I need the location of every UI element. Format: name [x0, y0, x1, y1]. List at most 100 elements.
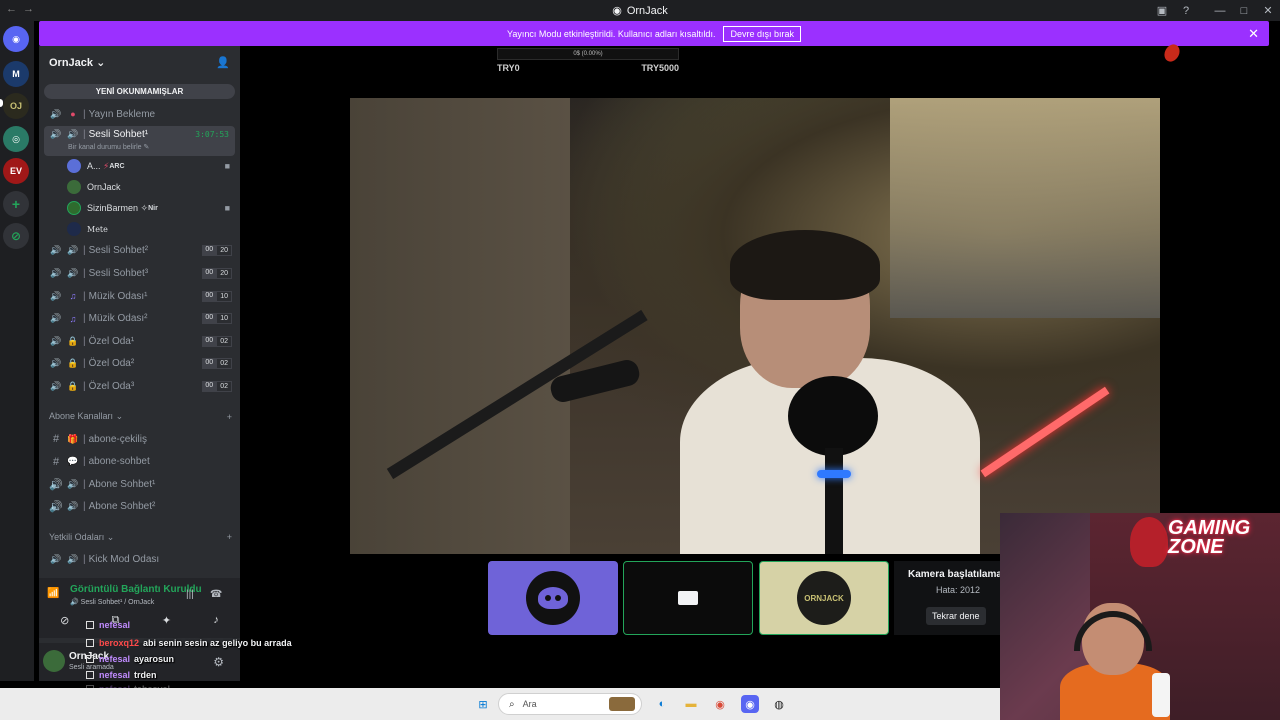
- ornjack-logo-icon: ORNJACK: [797, 571, 851, 625]
- windows-start-icon[interactable]: ⊞: [474, 695, 492, 713]
- user-limit-badge: 00 10: [202, 290, 232, 302]
- user-limit-badge: 00 10: [202, 313, 232, 325]
- mic-stand: [825, 448, 843, 554]
- abone-channel[interactable]: 🔊 🔊 | Abone Sohbet²: [39, 496, 240, 519]
- server-name: OrnJack ⌄: [49, 56, 106, 69]
- checkbox-icon: [86, 671, 94, 679]
- activity-icon[interactable]: ✦: [162, 614, 171, 627]
- add-channel-icon[interactable]: +: [227, 532, 232, 542]
- category-abone[interactable]: Abone Kanalları ⌄ +: [39, 406, 240, 428]
- maximize-button[interactable]: □: [1232, 5, 1256, 17]
- soundboard-icon[interactable]: ♪: [213, 614, 219, 627]
- category-yetkili[interactable]: Yetkili Odaları ⌄ +: [39, 526, 240, 548]
- checkbox-icon: [86, 655, 94, 663]
- close-window-button[interactable]: ✕: [1256, 4, 1280, 17]
- pencil-icon: ✎: [143, 143, 150, 151]
- disconnect-icon[interactable]: ☎: [210, 589, 222, 600]
- channel-kick-mod[interactable]: 🔊 🔊 | Kick Mod Odası: [39, 548, 240, 571]
- camera-off-icon[interactable]: ⊘: [60, 614, 69, 627]
- add-channel-icon[interactable]: +: [227, 412, 232, 422]
- video-wall: [350, 98, 570, 554]
- obs-icon[interactable]: ◍: [770, 695, 788, 713]
- voice-channel[interactable]: 🔊 🔒 | Özel Oda³ 00 02: [39, 375, 240, 398]
- chat-nick: beroxq12: [99, 638, 140, 648]
- voice-channel[interactable]: 🔊 ♫ | Müzik Odası² 00 10: [39, 307, 240, 330]
- user-limit-badge: 00 02: [202, 358, 232, 370]
- live-dot-icon: ●: [70, 109, 76, 120]
- voice-channel[interactable]: 🔊 🔒 | Özel Oda² 00 02: [39, 353, 240, 376]
- avatar: [67, 201, 81, 216]
- chat-nick: nefesal: [99, 654, 131, 664]
- goal-min-label: TRY0: [497, 63, 520, 73]
- voice-channel[interactable]: 🔊 ♫ | Müzik Odası¹ 00 10: [39, 285, 240, 308]
- lion-logo-icon: [1130, 517, 1168, 567]
- server-icon-m[interactable]: M: [3, 61, 29, 87]
- noise-suppression-icon[interactable]: |||: [186, 589, 194, 600]
- chat-bubble-icon: 💬: [67, 456, 79, 467]
- voice-connection-panel: 📶 Görüntülü Bağlantı Kuruldu 🔊 Sesli Soh…: [39, 578, 240, 638]
- explore-icon[interactable]: ⊘: [3, 223, 29, 249]
- voice-user[interactable]: Mete: [39, 219, 240, 240]
- voice-user[interactable]: A... ⚡ ARC ■: [39, 156, 240, 177]
- taskbar-search[interactable]: ⌕ Ara: [498, 693, 642, 715]
- chat-nick: nefesal: [99, 670, 131, 680]
- main-video-feed[interactable]: [350, 98, 1160, 554]
- voice-channel[interactable]: 🔊 🔊 | Sesli Sohbet² 00 20: [39, 240, 240, 263]
- music-icon: ♫: [69, 313, 77, 324]
- chrome-icon[interactable]: ◉: [711, 695, 729, 713]
- speaker-icon: 🔊: [50, 335, 62, 346]
- nav-arrows-icon[interactable]: ←→: [6, 3, 40, 15]
- avatar: [67, 222, 81, 237]
- voice-location[interactable]: 🔊 Sesli Sohbet¹ / OrnJack: [70, 598, 154, 606]
- gear-icon[interactable]: ⚙: [213, 655, 224, 669]
- lock-icon: 🔒: [67, 380, 79, 391]
- voice-channel[interactable]: 🔊 🔊 | Sesli Sohbet³ 00 20: [39, 262, 240, 285]
- server-icon-ev[interactable]: EV: [3, 158, 29, 184]
- window-controls: ▣ ? — □ ✕: [1150, 0, 1280, 21]
- title-bar: ←→ ◉ OrnJack ▣ ? — □ ✕: [0, 0, 1280, 21]
- chat-message: nefesal: [86, 620, 134, 630]
- channel-sesli-sohbet-1[interactable]: 🔊 🔊 | Sesli Sohbet¹ 3:07:53 Bir kanal du…: [44, 125, 235, 156]
- chat-message: nefesal ayarosun: [86, 654, 174, 664]
- abone-channel[interactable]: # 🎁 | abone-çekiliş: [39, 428, 240, 451]
- chevron-down-icon: ⌄: [115, 411, 124, 422]
- server-header[interactable]: OrnJack ⌄ 👤: [39, 46, 240, 78]
- edge-icon[interactable]: ◐: [653, 695, 671, 713]
- avatar[interactable]: [43, 650, 65, 672]
- close-icon[interactable]: ✕: [1248, 26, 1259, 42]
- minimize-button[interactable]: —: [1208, 5, 1232, 17]
- participant-tile-ornjack[interactable]: ORNJACK: [759, 561, 889, 635]
- home-button[interactable]: ◉: [3, 26, 29, 52]
- music-icon: ♫: [69, 291, 77, 302]
- unread-pill[interactable]: YENİ OKUNMAMIŞLAR: [44, 84, 235, 99]
- channel-yayin-bekleme[interactable]: 🔊 ● | Yayın Bekleme: [39, 103, 240, 126]
- wand-icon: ✧: [140, 202, 149, 213]
- help-icon[interactable]: ?: [1174, 5, 1198, 17]
- server-icon-ornjack[interactable]: OJ: [3, 93, 29, 119]
- chat-text: abi senin sesin az geliyo bu arrada: [143, 638, 292, 648]
- webcam-overlay: GAMING ZONE: [1000, 513, 1280, 720]
- participant-tile-camera[interactable]: [623, 561, 753, 635]
- discord-avatar-icon: [526, 571, 580, 625]
- server-icon-globe[interactable]: ◎: [3, 126, 29, 152]
- voice-channel[interactable]: 🔊 🔒 | Özel Oda¹ 00 02: [39, 330, 240, 353]
- voice-user[interactable]: OrnJack: [39, 177, 240, 198]
- voice-user[interactable]: SizinBarmen ✧ Nir ■: [39, 198, 240, 219]
- participant-tile-discord[interactable]: [488, 561, 618, 635]
- invite-icon[interactable]: 👤: [216, 56, 230, 69]
- mic-light: [817, 470, 851, 478]
- streamer-mode-banner: Yayıncı Modu etkinleştirildi. Kullanıcı …: [39, 21, 1269, 46]
- chat-text: ayarosun: [134, 654, 175, 664]
- abone-channel[interactable]: 🔊 🔊 | Abone Sohbet¹: [39, 473, 240, 496]
- file-explorer-icon[interactable]: ▬: [682, 695, 700, 713]
- window-title: ◉ OrnJack: [612, 4, 668, 18]
- abone-channel[interactable]: # 💬 | abone-sohbet: [39, 450, 240, 473]
- inbox-icon[interactable]: ▣: [1150, 4, 1174, 17]
- hashtag-icon: #: [52, 433, 60, 446]
- discord-icon[interactable]: ◉: [741, 695, 759, 713]
- add-server-icon[interactable]: +: [3, 191, 29, 217]
- channel-status-hint[interactable]: Bir kanal durumu belirle ✎: [68, 143, 149, 151]
- disable-streamer-mode-button[interactable]: Devre dışı bırak: [723, 25, 801, 42]
- user-limit-badge: 00 02: [202, 335, 232, 347]
- retry-button[interactable]: Tekrar dene: [926, 607, 986, 625]
